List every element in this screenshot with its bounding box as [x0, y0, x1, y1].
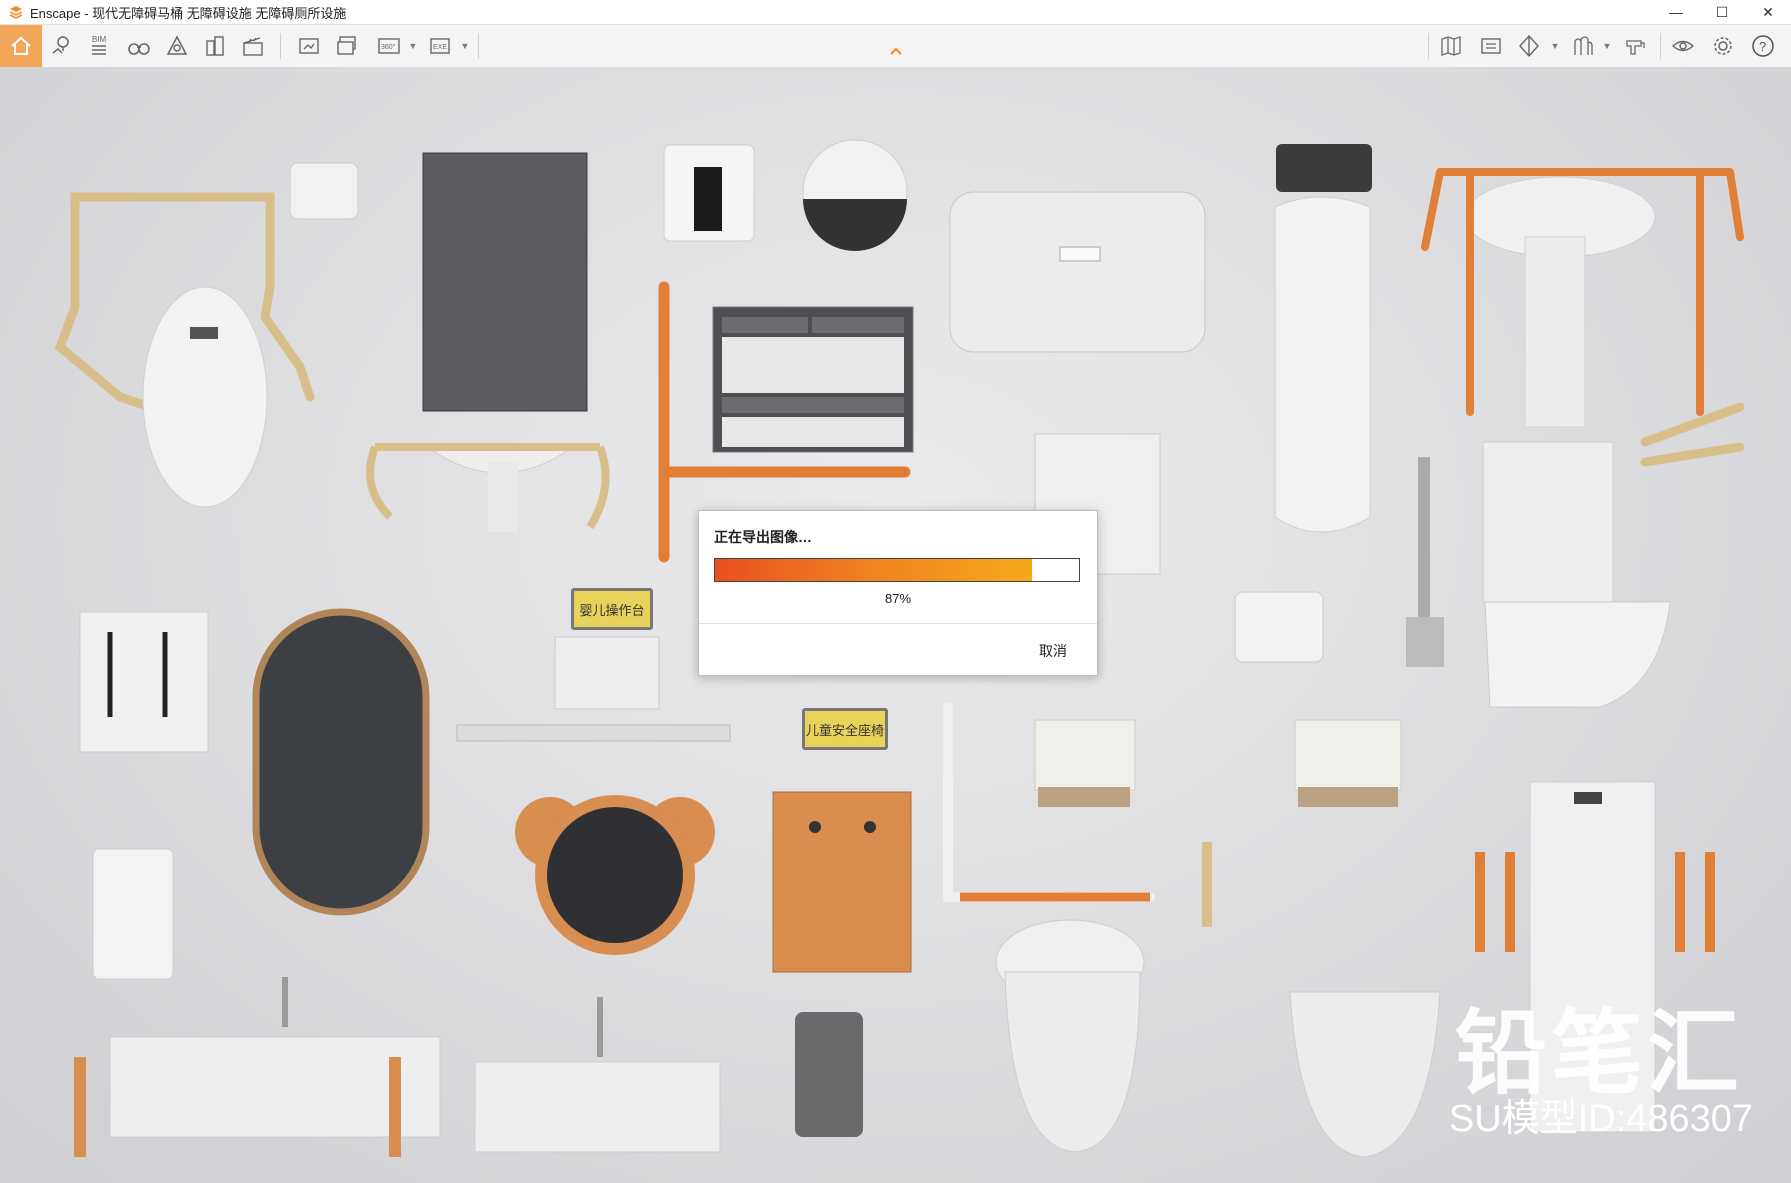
progress-percent: 87% [884, 591, 912, 606]
screenshot-icon[interactable] [292, 29, 326, 63]
close-icon[interactable]: ✕ [1745, 0, 1791, 24]
location-pin-icon[interactable] [44, 29, 78, 63]
upload-icon[interactable] [1474, 29, 1508, 63]
material-icon[interactable] [1618, 29, 1652, 63]
chevron-up-icon[interactable] [888, 43, 904, 59]
toilet-right [1482, 402, 1745, 708]
mirror-rect [422, 152, 588, 412]
svg-text:360°: 360° [381, 43, 396, 51]
fold-seat [79, 611, 209, 753]
maximize-icon[interactable]: ☐ [1699, 0, 1745, 24]
dialog-title: 正在导出图像… [714, 529, 812, 545]
bim-icon[interactable]: BIM [82, 29, 116, 63]
urinal-left [142, 286, 268, 508]
asset-dropdown-icon[interactable]: ▼ [1602, 29, 1612, 63]
wall-sign-dark [1276, 144, 1372, 192]
sink-with-grab-bars [366, 443, 610, 532]
sink-bottom-center [474, 997, 721, 1153]
binoculars-icon[interactable] [122, 29, 156, 63]
batch-render-icon[interactable] [330, 29, 364, 63]
clapperboard-icon[interactable] [236, 29, 270, 63]
export-progress-dialog: 正在导出图像… 87% 取消 [698, 510, 1098, 676]
cube-icon[interactable] [1512, 29, 1546, 63]
tissue-box-2 [1294, 719, 1402, 791]
trash-bin [795, 1012, 863, 1137]
home-icon[interactable] [0, 25, 42, 67]
export-progress-bar [714, 558, 1080, 582]
buildings-icon[interactable] [198, 29, 232, 63]
progress-fill [715, 559, 1032, 581]
hand-dryer-skala [92, 848, 174, 980]
sink-bottom-left [74, 977, 441, 1157]
svg-text:?: ? [1759, 39, 1766, 54]
baby-changing-station [949, 191, 1206, 353]
baby-seat-small [554, 636, 660, 710]
export-exe-icon[interactable]: EXE [424, 29, 458, 63]
smart-toilet-2 [1289, 991, 1441, 1158]
pedestal-sink-orange-bars [1421, 168, 1744, 428]
map-icon[interactable] [1434, 29, 1468, 63]
sign-child-seat: 儿童安全座椅 [802, 708, 888, 750]
steel-grab-bar [1418, 457, 1430, 627]
mirror-oval [252, 608, 430, 916]
child-seat [772, 791, 912, 973]
title-bar: Enscape - 现代无障碍马桶 无障碍设施 无障碍厕所设施 — ☐ ✕ [0, 0, 1791, 25]
hand-dryer-right [1234, 591, 1324, 663]
enscape-logo-icon [9, 6, 23, 19]
dialog-divider [699, 623, 1097, 624]
window-title: Enscape - 现代无障碍马桶 无障碍设施 无障碍厕所设施 [30, 5, 347, 21]
gear-icon[interactable] [1706, 29, 1740, 63]
asset-library-icon[interactable] [1566, 29, 1600, 63]
mirror-mouse [515, 795, 715, 955]
minimize-icon[interactable]: — [1653, 0, 1699, 24]
hand-dryer-small [289, 162, 359, 220]
svg-text:BIM: BIM [92, 35, 107, 44]
cube-dropdown-icon[interactable]: ▼ [1550, 29, 1560, 63]
cancel-button[interactable]: 取消 [1039, 641, 1067, 661]
watermark-model-id: SU模型ID:486307 [1448, 1098, 1753, 1140]
views-icon[interactable] [160, 29, 194, 63]
panorama-dropdown-icon[interactable]: ▼ [408, 29, 418, 63]
tissue-box-1 [1034, 719, 1136, 791]
urinal-tall [1274, 196, 1371, 533]
sign-baby-station: 婴儿操作台 [571, 588, 653, 630]
panorama-360-icon[interactable]: 360° [372, 29, 406, 63]
export-dropdown-icon[interactable]: ▼ [460, 29, 470, 63]
svg-text:EXE: EXE [433, 44, 447, 51]
visual-settings-icon[interactable] [1666, 29, 1700, 63]
help-icon[interactable]: ? [1746, 29, 1780, 63]
